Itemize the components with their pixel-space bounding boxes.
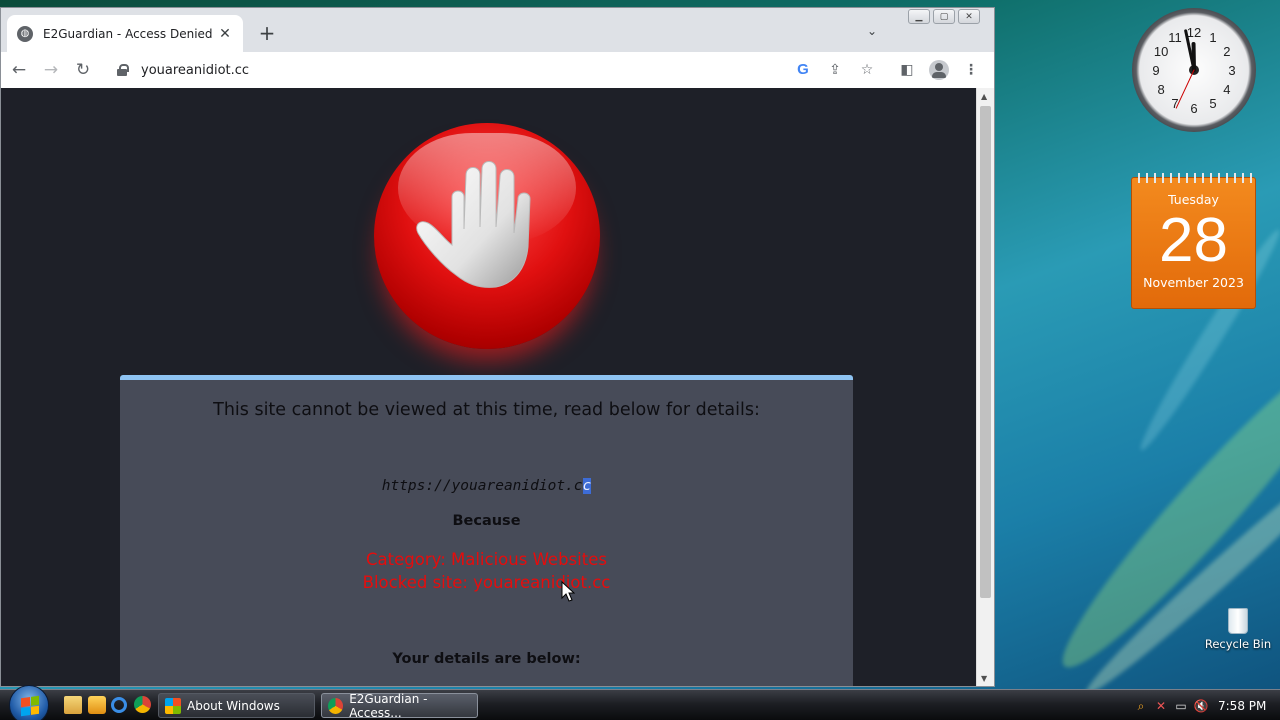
blocked-url[interactable]: https://youareanidiot.cc [120, 478, 853, 494]
taskbar-button-about-windows[interactable]: About Windows [158, 693, 315, 718]
mouse-pointer-icon [561, 581, 575, 602]
browser-window: ◍ E2Guardian - Access Denied ✕ + ⌄ ▁ ▢ ✕… [0, 7, 995, 687]
system-tray: ⌕ ✕ ▭ 🔇 7:58 PM [1132, 690, 1280, 720]
page-viewport: This site cannot be viewed at this time,… [1, 88, 976, 686]
recycle-bin-shortcut[interactable]: Recycle Bin [1204, 608, 1272, 651]
calendar-weekday: Tuesday [1168, 192, 1219, 207]
menu-kebab-icon[interactable]: ⋮ [961, 60, 981, 80]
calendar-rings [1135, 173, 1253, 183]
profile-avatar-icon[interactable] [929, 60, 949, 80]
clock-gadget[interactable]: 12 1 2 3 4 5 6 7 8 9 10 11 [1132, 8, 1256, 132]
clock-numeral: 8 [1157, 82, 1164, 97]
browser-toolbar: ← → ↻ youareanidiot.cc G ⇪ ☆ ◧ ⋮ [1, 52, 994, 88]
category-line: Category: Malicious Websites [366, 550, 607, 569]
block-details-panel: This site cannot be viewed at this time,… [120, 375, 853, 686]
side-panel-icon[interactable]: ◧ [897, 60, 917, 80]
scroll-up-arrow-icon[interactable]: ▲ [981, 92, 987, 101]
details-label: Your details are below: [392, 651, 581, 667]
media-icon[interactable] [88, 696, 106, 714]
clock-numeral: 1 [1209, 30, 1216, 45]
tab-strip: ◍ E2Guardian - Access Denied ✕ + ⌄ ▁ ▢ ✕ [1, 8, 994, 52]
blocked-url-selection: c [582, 478, 592, 494]
hand-icon [416, 161, 531, 288]
lock-icon[interactable] [117, 64, 129, 76]
window-controls: ▁ ▢ ✕ [908, 9, 980, 24]
ie-icon[interactable] [111, 697, 127, 713]
clock-numeral: 10 [1154, 44, 1168, 59]
explorer-icon[interactable] [64, 696, 82, 714]
recycle-bin-icon [1228, 608, 1248, 634]
stop-hand-icon [374, 123, 600, 349]
tab-e2guardian[interactable]: ◍ E2Guardian - Access Denied ✕ [7, 15, 243, 52]
block-reason: Category: Malicious Websites Blocked sit… [120, 548, 853, 594]
forward-arrow-icon[interactable]: → [41, 60, 61, 80]
scrollbar-thumb[interactable] [980, 106, 991, 598]
clock-numeral: 2 [1223, 44, 1230, 59]
taskbar: About Windows E2Guardian - Access... ⌕ ✕… [0, 685, 1280, 720]
blocked-site-line: Blocked site: youareanidiot.cc [362, 573, 611, 592]
taskbar-button-e2guardian[interactable]: E2Guardian - Access... [321, 691, 478, 720]
taskbar-button-label: E2Guardian - Access... [349, 691, 428, 720]
page-scrollbar[interactable]: ▲ ▼ [976, 88, 994, 686]
because-label: Because [452, 513, 521, 529]
google-lens-icon[interactable]: G [793, 60, 813, 80]
share-icon[interactable]: ⇪ [825, 60, 845, 80]
maximize-button[interactable]: ▢ [933, 9, 955, 24]
volume-muted-icon[interactable]: 🔇 [1192, 697, 1210, 715]
recycle-bin-label: Recycle Bin [1204, 637, 1272, 651]
calendar-day: 28 [1159, 206, 1228, 275]
block-heading: This site cannot be viewed at this time,… [213, 400, 760, 420]
taskbar-clock[interactable]: 7:58 PM [1218, 699, 1266, 713]
clock-numeral: 6 [1190, 101, 1197, 116]
clock-numeral: 7 [1171, 96, 1178, 111]
tab-title: E2Guardian - Access Denied [43, 26, 213, 41]
tab-close-icon[interactable]: ✕ [217, 26, 233, 42]
calendar-month-year: November 2023 [1143, 275, 1244, 290]
network-error-icon[interactable]: ✕ [1152, 697, 1170, 715]
clock-numeral: 11 [1168, 30, 1182, 45]
clock-numeral: 3 [1228, 63, 1235, 78]
minimize-button[interactable]: ▁ [908, 9, 930, 24]
globe-icon: ◍ [17, 25, 33, 42]
clock-numeral: 12 [1187, 25, 1201, 40]
clock-face: 12 12 3 45678 9 1011 [1152, 25, 1235, 116]
chrome-icon[interactable] [134, 696, 151, 713]
back-arrow-icon[interactable]: ← [9, 60, 29, 80]
start-button[interactable] [9, 685, 49, 720]
reload-icon[interactable]: ↻ [73, 60, 93, 80]
blocked-url-text: https://youareanidiot.c [381, 478, 583, 494]
clock-numeral: 9 [1152, 63, 1159, 78]
search-icon[interactable]: ⌕ [1132, 697, 1150, 715]
close-window-button[interactable]: ✕ [958, 9, 980, 24]
calendar-gadget[interactable]: Tuesday 28 November 2023 [1131, 173, 1256, 309]
bookmark-star-icon[interactable]: ☆ [857, 60, 877, 80]
tab-search-chevron-icon[interactable]: ⌄ [867, 24, 877, 38]
scroll-down-arrow-icon[interactable]: ▼ [981, 674, 987, 683]
chrome-icon [328, 697, 344, 714]
clock-numeral: 5 [1209, 96, 1216, 111]
windows-logo-icon [21, 695, 39, 717]
address-url[interactable]: youareanidiot.cc [141, 63, 249, 78]
windows-flag-icon [165, 697, 181, 714]
display-icon[interactable]: ▭ [1172, 697, 1190, 715]
taskbar-button-label: About Windows [187, 698, 280, 713]
address-bar[interactable]: youareanidiot.cc [109, 56, 883, 84]
new-tab-button[interactable]: + [255, 22, 279, 44]
clock-numeral: 4 [1223, 82, 1230, 97]
